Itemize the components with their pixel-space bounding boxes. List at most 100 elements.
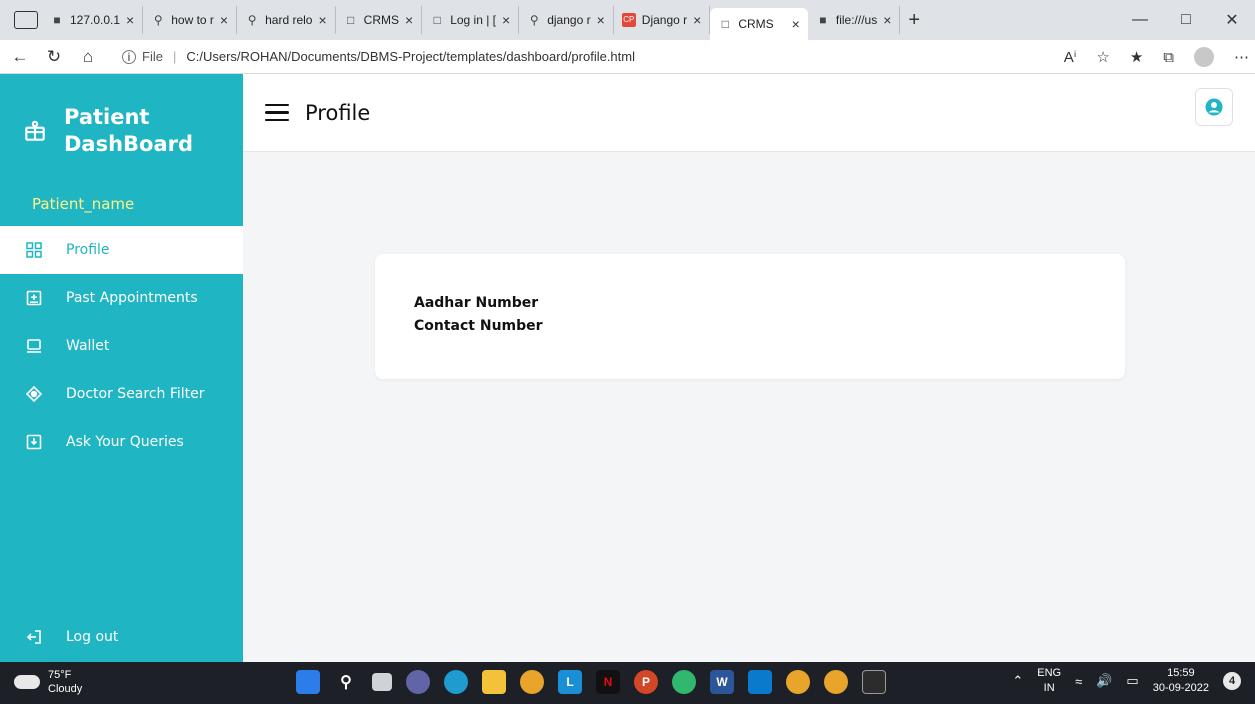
more-menu-icon[interactable]: ⋯ [1234, 48, 1249, 66]
file-explorer-icon[interactable] [482, 670, 506, 694]
read-aloud-icon[interactable]: Aⁱ [1064, 48, 1077, 66]
grid-icon [26, 242, 42, 258]
task-view-icon[interactable] [372, 673, 392, 691]
page-icon: ■ [819, 13, 827, 27]
collections-icon[interactable]: ⧉ [1163, 49, 1174, 66]
close-icon[interactable]: × [405, 12, 413, 28]
patient-name: Patient_name [32, 195, 135, 213]
tab-actions-icon[interactable] [14, 11, 38, 29]
logout-label: Log out [66, 629, 119, 645]
close-icon[interactable]: × [792, 16, 800, 32]
sidebar-item-wallet[interactable]: Wallet [0, 322, 243, 370]
logout-button[interactable]: Log out [0, 612, 243, 662]
laptop-icon [27, 339, 41, 353]
browser-tab[interactable]: ■ 127.0.0.1 × [42, 6, 144, 34]
gift-icon [25, 120, 45, 141]
hamburger-menu-icon[interactable] [265, 103, 289, 122]
page-icon: □ [433, 13, 441, 27]
browser-tab[interactable]: CP Django r × [614, 6, 711, 34]
chrome-icon[interactable] [520, 670, 544, 694]
browser-tab-strip: ■ 127.0.0.1 × ⚲ how to r × ⚲ hard relo × □ CRMS… [0, 0, 1255, 40]
browser-toolbar-right: Aⁱ ☆ ★ ⧉ ⋯ [1064, 40, 1249, 74]
brand-title: Patient DashBoard [64, 104, 194, 156]
sidebar-item-profile[interactable]: Profile [0, 226, 243, 274]
teams-chat-icon[interactable] [406, 670, 430, 694]
search-icon: ⚲ [247, 13, 257, 27]
sidebar-item-doctor-search-filter[interactable]: Doctor Search Filter [0, 370, 243, 418]
user-account-button[interactable] [1195, 88, 1233, 126]
vscode-icon[interactable] [748, 670, 772, 694]
system-tray: ⌃ ENG IN ≈ 🔊 ▭ 15:59 30-09-2022 4 [1012, 666, 1241, 696]
target-icon [26, 386, 42, 402]
browser-tab[interactable]: ⚲ django r × [519, 6, 614, 34]
close-icon[interactable]: × [220, 12, 228, 28]
taskbar-apps: ⚲ L N P W [296, 670, 886, 694]
sidebar-item-label: Doctor Search Filter [66, 386, 205, 402]
sidebar-item-label: Profile [66, 242, 110, 258]
weather-widget[interactable]: 75°F Cloudy [14, 668, 82, 696]
browser-tab[interactable]: □ Log in | [× [422, 6, 520, 34]
browser-tab-active[interactable]: □ CRMS × [710, 8, 808, 40]
search-icon[interactable]: ⚲ [334, 670, 358, 694]
sidebar-item-label: Past Appointments [66, 290, 198, 306]
new-tab-icon[interactable]: + [908, 9, 920, 32]
logout-icon [26, 630, 41, 644]
favorites-icon[interactable]: ★ [1130, 48, 1143, 66]
browser-tab[interactable]: □ CRMS × [336, 6, 423, 34]
wifi-icon[interactable]: ≈ [1075, 674, 1082, 689]
restore-icon[interactable]: □ [1163, 11, 1209, 29]
os-taskbar: 75°F Cloudy ⚲ L N P W ⌃ ENG IN ≈ 🔊 ▭ 15:… [0, 662, 1255, 704]
maps-icon[interactable] [672, 670, 696, 694]
close-icon[interactable]: × [126, 12, 134, 28]
sidebar-item-ask-your-queries[interactable]: Ask Your Queries [0, 418, 243, 466]
contact-number-label: Contact Number [414, 318, 543, 334]
refresh-icon[interactable]: ↻ [40, 47, 68, 67]
close-window-icon[interactable]: ✕ [1209, 10, 1255, 30]
chrome-profile-icon[interactable] [824, 670, 848, 694]
favorite-add-icon[interactable]: ☆ [1096, 48, 1109, 66]
volume-icon[interactable]: 🔊 [1096, 673, 1112, 689]
app-l-icon[interactable]: L [558, 670, 582, 694]
language-indicator[interactable]: ENG IN [1037, 666, 1061, 696]
close-icon[interactable]: × [318, 12, 326, 28]
cp-icon: CP [621, 13, 636, 27]
notification-badge[interactable]: 4 [1223, 672, 1241, 690]
url-field[interactable]: i File | C:/Users/ROHAN/Documents/DBMS-P… [122, 49, 635, 64]
sidebar-item-past-appointments[interactable]: Past Appointments [0, 274, 243, 322]
close-icon[interactable]: × [883, 12, 891, 28]
chevron-up-icon[interactable]: ⌃ [1012, 673, 1023, 689]
temperature: 75°F [48, 669, 72, 681]
sidebar-item-label: Ask Your Queries [66, 434, 184, 450]
profile-card: Aadhar Number Contact Number [375, 254, 1125, 379]
back-icon[interactable]: ← [6, 47, 34, 67]
page-icon: □ [721, 17, 729, 31]
user-circle-icon [1205, 98, 1223, 116]
close-icon[interactable]: × [597, 12, 605, 28]
page-header: Profile [243, 74, 1255, 152]
chrome-profile-icon[interactable] [786, 670, 810, 694]
sidebar-item-label: Wallet [66, 338, 110, 354]
url-divider: | [172, 49, 177, 64]
close-icon[interactable]: × [502, 12, 510, 28]
browser-tab[interactable]: ⚲ how to r × [143, 6, 238, 34]
windows-start-icon[interactable] [296, 670, 320, 694]
browser-tab[interactable]: ■ file:///us × [808, 6, 901, 34]
cloud-icon [14, 675, 40, 689]
home-icon[interactable]: ⌂ [74, 47, 102, 67]
info-icon[interactable]: i [122, 49, 136, 64]
browser-profile-avatar[interactable] [1194, 47, 1214, 67]
page-title: Profile [305, 100, 371, 125]
terminal-icon[interactable] [862, 670, 886, 694]
close-icon[interactable]: × [693, 12, 701, 28]
page-icon: ■ [53, 13, 61, 27]
battery-icon[interactable]: ▭ [1126, 673, 1138, 689]
word-icon[interactable]: W [710, 670, 734, 694]
powerpoint-icon[interactable]: P [634, 670, 658, 694]
page-icon: □ [347, 13, 355, 27]
plus-box-icon [26, 290, 42, 306]
browser-tab[interactable]: ⚲ hard relo × [237, 6, 336, 34]
clock[interactable]: 15:59 30-09-2022 [1153, 666, 1209, 696]
minimize-icon[interactable]: — [1117, 11, 1163, 29]
netflix-icon[interactable]: N [596, 670, 620, 694]
edge-browser-icon[interactable] [444, 670, 468, 694]
